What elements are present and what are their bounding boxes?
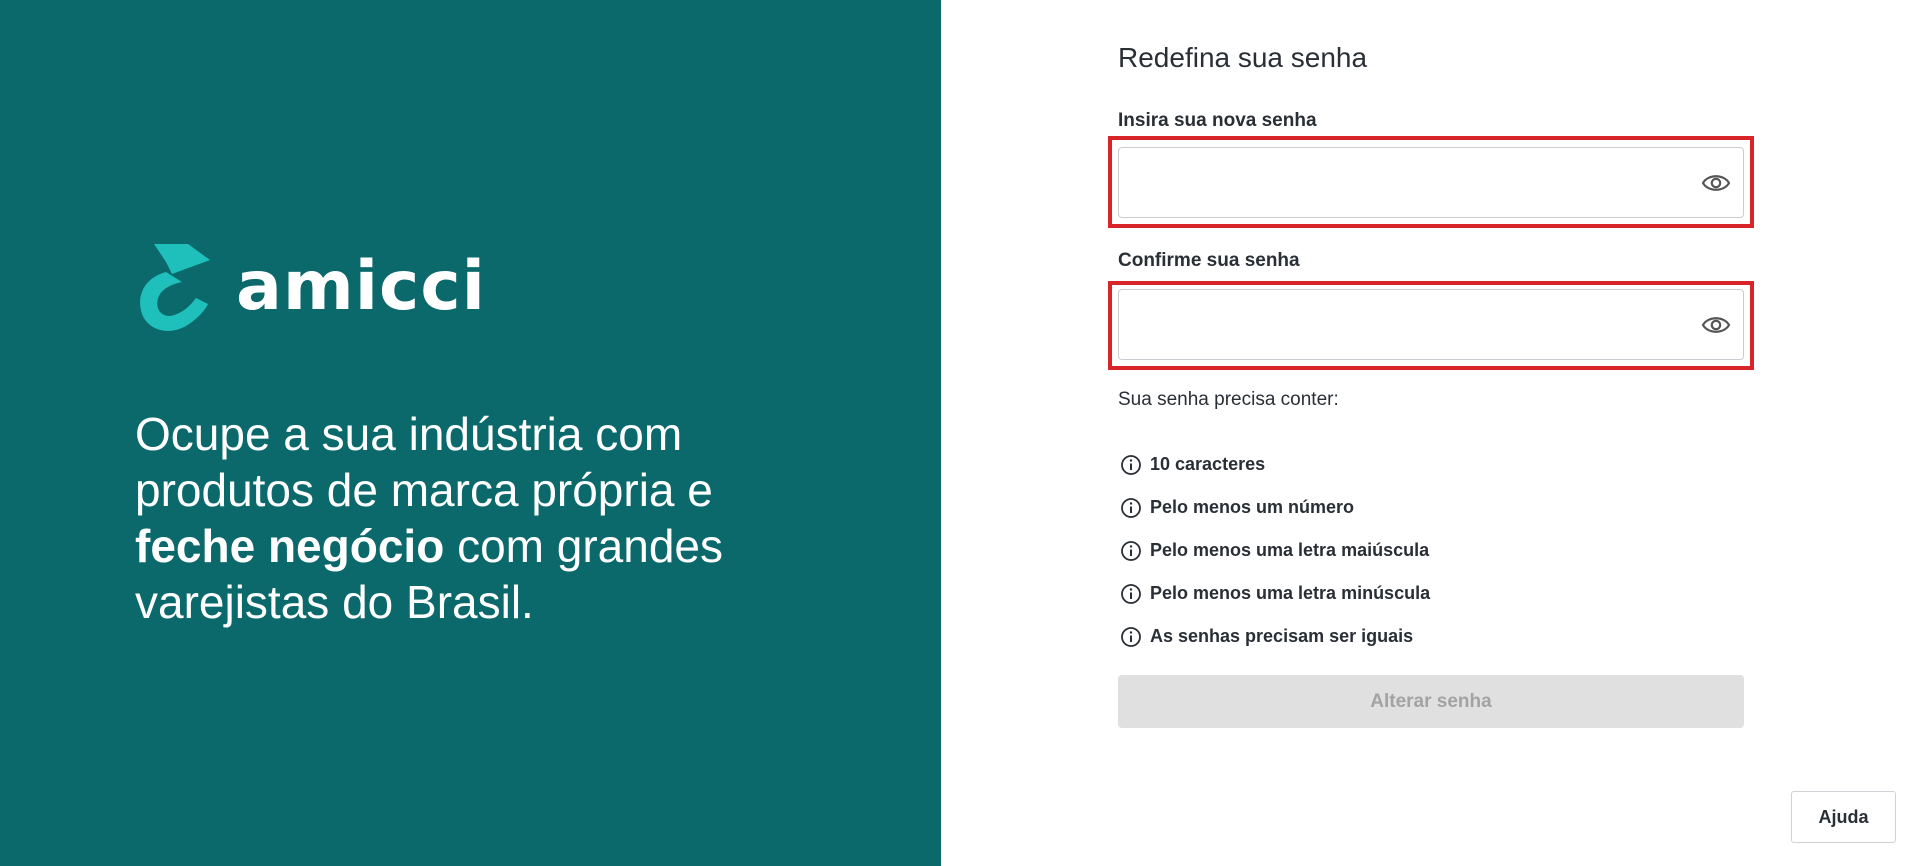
page-title: Redefina sua senha — [1118, 42, 1368, 73]
requirement-item: 10 caracteres — [1120, 443, 1430, 486]
tagline-line-1: Ocupe a sua indústria com — [135, 408, 683, 460]
requirement-item: Pelo menos uma letra minúscula — [1120, 572, 1430, 615]
requirement-item: As senhas precisam ser iguais — [1120, 615, 1430, 658]
confirm-password-field[interactable] — [1118, 289, 1744, 360]
tagline-line-3: com grandes — [444, 520, 723, 572]
requirements-list: 10 caracteres Pelo menos um número Pelo … — [1120, 443, 1430, 658]
new-password-field[interactable] — [1118, 147, 1744, 218]
requirement-text: Pelo menos uma letra maiúscula — [1150, 540, 1430, 560]
confirm-password-label: Confirme sua senha — [1118, 250, 1300, 271]
eye-icon[interactable] — [1701, 312, 1731, 338]
amicci-logo-mark-icon — [140, 244, 210, 331]
tagline-bold: feche negócio — [135, 520, 445, 572]
requirement-item: Pelo menos um número — [1120, 486, 1430, 529]
info-icon — [1121, 583, 1141, 604]
tagline-line-2: produtos de marca própria e — [135, 464, 713, 516]
new-password-label: Insira sua nova senha — [1118, 110, 1317, 131]
hero-tagline: Ocupe a sua indústria com produtos de ma… — [135, 406, 815, 630]
tagline-line-4: varejistas do Brasil. — [135, 576, 534, 628]
requirement-text: As senhas precisam ser iguais — [1150, 626, 1414, 646]
requirement-item: Pelo menos uma letra maiúscula — [1120, 529, 1430, 572]
requirements-title: Sua senha precisa conter: — [1118, 389, 1339, 410]
amicci-logo: amicci — [136, 242, 486, 334]
eye-icon[interactable] — [1701, 170, 1731, 196]
info-icon — [1121, 626, 1141, 647]
new-password-input[interactable] — [1119, 148, 1679, 217]
info-icon — [1121, 540, 1141, 561]
requirement-text: Pelo menos uma letra minúscula — [1150, 583, 1431, 603]
requirement-text: 10 caracteres — [1150, 454, 1266, 474]
requirement-text: Pelo menos um número — [1150, 497, 1355, 517]
change-password-button[interactable]: Alterar senha — [1118, 675, 1744, 728]
confirm-password-input[interactable] — [1119, 290, 1679, 359]
info-icon — [1121, 454, 1141, 475]
brand-panel: amicci Ocupe a sua indústria com produto… — [0, 0, 941, 866]
brand-name: amicci — [236, 246, 486, 326]
info-icon — [1121, 497, 1141, 518]
help-button[interactable]: Ajuda — [1791, 791, 1896, 843]
